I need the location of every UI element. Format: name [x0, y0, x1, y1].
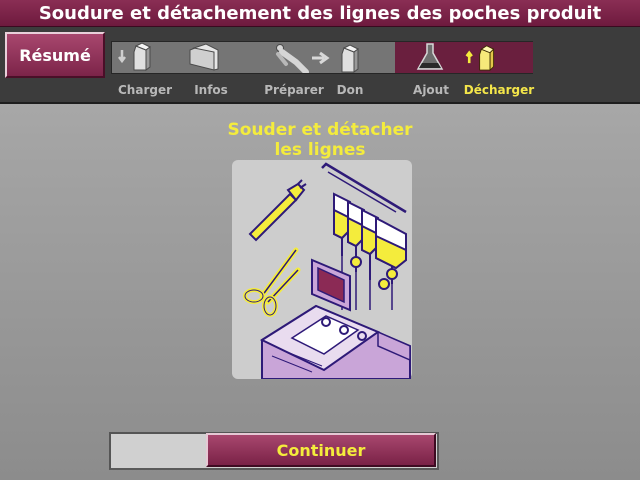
heading-line-1: Souder et détacher [227, 120, 413, 140]
resume-button[interactable]: Résumé [5, 32, 105, 78]
sealer-icon [248, 179, 307, 242]
heading-line-2: les lignes [274, 140, 366, 160]
step-label-ajout: Ajout [413, 83, 449, 97]
step-label-charger: Charger [117, 83, 173, 97]
machine-load-icon[interactable] [114, 42, 154, 73]
seal-and-detach-lines-illustration [243, 162, 411, 380]
instruction-illustration-card [232, 160, 412, 380]
machine-donate-icon[interactable] [334, 42, 374, 73]
arrow-right-icon [312, 51, 330, 65]
page-heading: Souder et détacher les lignes [200, 120, 440, 160]
machine-unload-icon[interactable] [464, 42, 504, 73]
step-label-preparer: Préparer [264, 83, 324, 97]
scissors-icon [243, 247, 301, 317]
folder-icon[interactable] [184, 42, 224, 73]
window-title: Soudure et détachement des lignes des po… [0, 0, 640, 27]
step-label-don: Don [336, 83, 364, 97]
step-toolbar: Résumé Charger Infos Préparer Don Ajout … [0, 27, 640, 104]
donor-recline-icon[interactable] [270, 42, 310, 73]
flask-icon[interactable] [410, 42, 450, 73]
step-progress-strip [111, 41, 533, 74]
step-label-infos: Infos [194, 83, 228, 97]
continue-button[interactable]: Continuer [206, 433, 436, 467]
step-label-decharger: Décharger [463, 83, 535, 97]
